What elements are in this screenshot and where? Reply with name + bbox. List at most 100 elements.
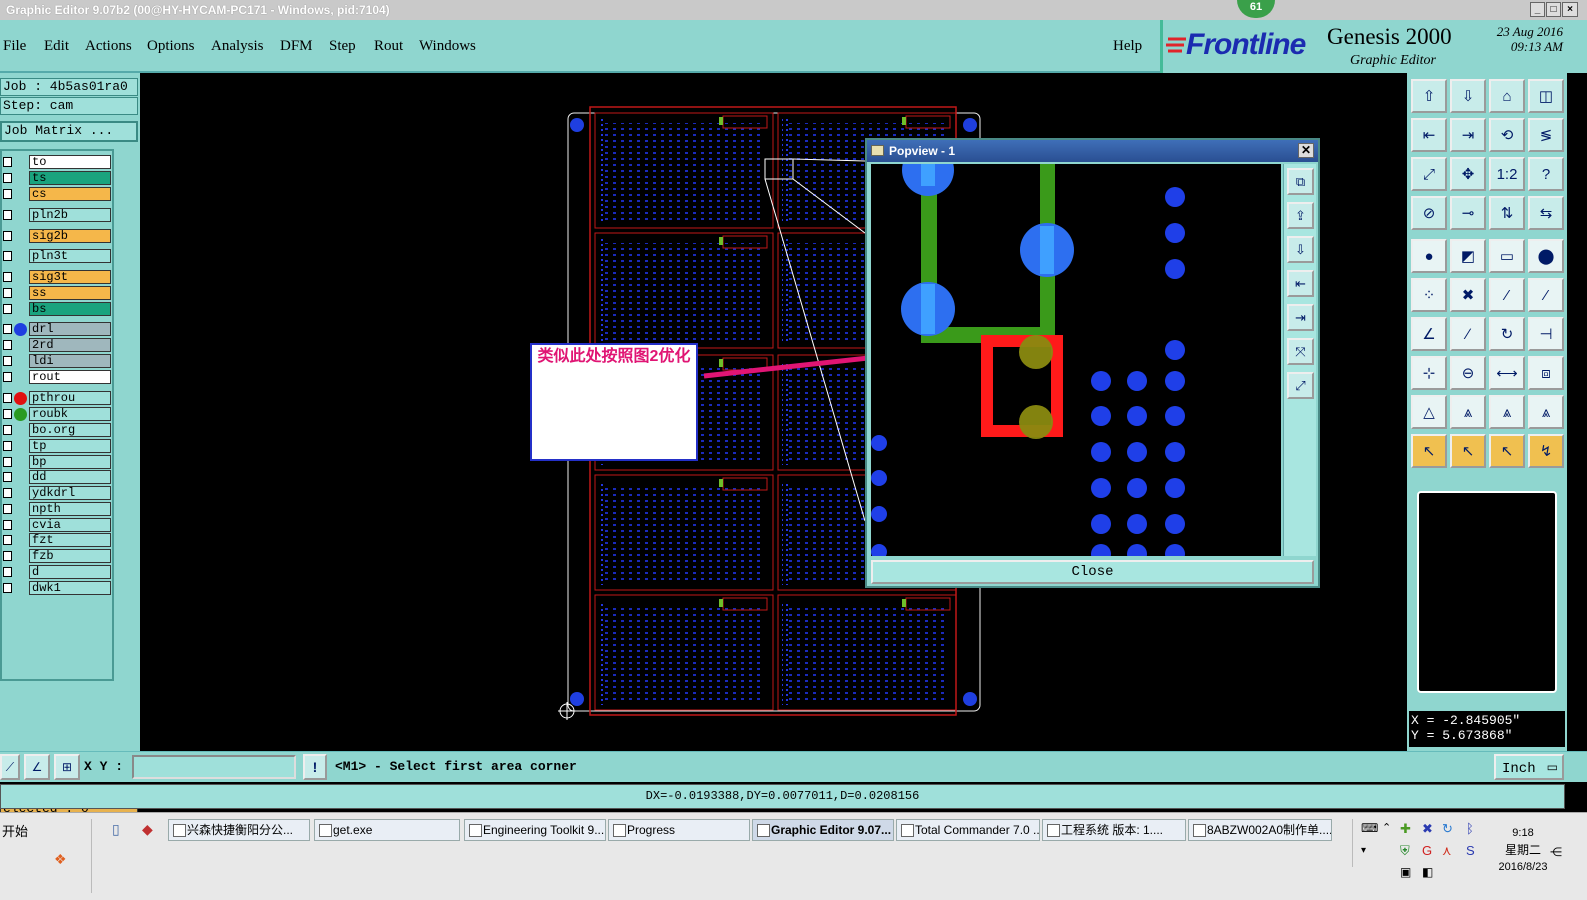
angle-icon[interactable]: ∠ (1411, 317, 1447, 351)
select-net-icon[interactable]: ⩓ (1489, 395, 1525, 429)
layer-row-fzt[interactable]: fzt (2, 533, 114, 547)
layer-row-cvia[interactable]: cvia (2, 518, 114, 532)
tray-app-icon[interactable]: ⋏ (1442, 843, 1452, 859)
triangle-icon[interactable]: △ (1411, 395, 1447, 429)
task-item-active[interactable]: Graphic Editor 9.07... (752, 819, 894, 841)
layer-name[interactable]: 2rd (29, 338, 111, 352)
popview-tool-icon[interactable]: ⇪ (1287, 202, 1314, 229)
layer-checkbox[interactable] (3, 210, 12, 220)
menu-options[interactable]: Options (147, 38, 195, 55)
layer-checkbox[interactable] (3, 189, 12, 199)
layer-row-fzb[interactable]: fzb (2, 549, 114, 563)
layer-row-roubk[interactable]: roubk (2, 407, 114, 421)
node-icon[interactable]: ⊹ (1411, 356, 1447, 390)
layer-checkbox[interactable] (3, 425, 12, 435)
layer-name[interactable]: bp (29, 455, 111, 469)
pointer-icon[interactable]: ↖ (1411, 434, 1447, 468)
select-pointer-icon[interactable]: ↖ (1450, 434, 1486, 468)
layer-checkbox[interactable] (3, 567, 12, 577)
select-icon[interactable]: ⩓ (1450, 395, 1486, 429)
layer-row-pthrou[interactable]: pthrou (2, 391, 114, 405)
menu-windows[interactable]: Windows (419, 38, 476, 55)
layer-name[interactable]: roubk (29, 407, 111, 421)
layer-name[interactable]: rout (29, 370, 111, 384)
popview-tool-icon[interactable]: ⇩ (1287, 236, 1314, 263)
layer-row-ldi[interactable]: ldi (2, 354, 114, 368)
pad-add-icon[interactable]: ● (1411, 239, 1447, 273)
scale-icon[interactable]: 1:2 (1489, 157, 1525, 191)
layer-name[interactable]: npth (29, 502, 111, 516)
layer-row-drl[interactable]: drl (2, 322, 114, 336)
text-icon[interactable]: ⊣ (1528, 317, 1564, 351)
layer-row-ts[interactable]: ts (2, 171, 114, 185)
measure-icon[interactable]: ⟷ (1489, 356, 1525, 390)
overview-window[interactable] (1417, 491, 1557, 693)
tray-volume-icon[interactable]: ◧ (1422, 865, 1433, 879)
tray-g-icon[interactable]: G (1422, 843, 1432, 858)
units-selector[interactable]: Inch ▭ (1494, 754, 1564, 780)
layer-name[interactable]: dwk1 (29, 581, 111, 595)
zoom-in-icon[interactable]: ⇧ (1411, 79, 1447, 113)
menu-rout[interactable]: Rout (374, 38, 403, 55)
layer-name[interactable]: bo.org (29, 423, 111, 437)
task-item[interactable]: 8ABZW002A0制作单.... (1188, 819, 1332, 841)
home-view-icon[interactable]: ⌂ (1489, 79, 1525, 113)
layer-row-bs[interactable]: bs (2, 302, 114, 316)
layer-name[interactable]: bs (29, 302, 111, 316)
tray-bluetooth-icon[interactable]: ᛒ (1466, 821, 1474, 836)
layer-name[interactable]: sig2b (29, 229, 111, 243)
tray-tool-icon[interactable]: ✖ (1422, 821, 1433, 837)
layer-row-pln3t[interactable]: pln3t (2, 249, 114, 263)
pan-left-icon[interactable]: ⇤ (1411, 118, 1447, 152)
popview-tool-icon[interactable]: ⤧ (1287, 338, 1314, 365)
layer-name[interactable]: fzt (29, 533, 111, 547)
layer-checkbox[interactable] (3, 472, 12, 482)
layer-up-icon[interactable]: ⇅ (1489, 196, 1525, 230)
layer-name[interactable]: d (29, 565, 111, 579)
popview-close-x-button[interactable]: ✕ (1298, 143, 1314, 158)
minimize-button[interactable]: _ (1530, 2, 1545, 17)
layer-name[interactable]: pln3t (29, 249, 111, 263)
maximize-button[interactable]: □ (1546, 2, 1561, 17)
feature-icon[interactable]: ⬤ (1528, 239, 1564, 273)
popview-tool-icon[interactable]: ⇥ (1287, 304, 1314, 331)
layer-checkbox[interactable] (3, 251, 12, 261)
layer-row-npth[interactable]: npth (2, 502, 114, 516)
layer-name[interactable]: ts (29, 171, 111, 185)
zoom-fit-icon[interactable]: ⤢ (1411, 157, 1447, 191)
layer-name[interactable]: sig3t (29, 270, 111, 284)
layer-checkbox[interactable] (3, 393, 12, 403)
job-matrix-button[interactable]: Job Matrix ... (0, 121, 138, 142)
tray-extra-icon[interactable]: ⋲ (1550, 845, 1562, 859)
layer-row-sig3t[interactable]: sig3t (2, 270, 114, 284)
layer-checkbox[interactable] (3, 535, 12, 545)
task-item[interactable]: get.exe (314, 819, 460, 841)
minus-icon[interactable]: ⊖ (1450, 356, 1486, 390)
task-item[interactable]: 工程系统 版本: 1.... (1042, 819, 1186, 841)
select-all-icon[interactable]: ⩓ (1528, 395, 1564, 429)
popview-close-button[interactable]: Close (871, 560, 1314, 584)
layer-name[interactable]: drl (29, 322, 111, 336)
layer-checkbox[interactable] (3, 272, 12, 282)
layer-name[interactable]: ss (29, 286, 111, 300)
show-desktop-icon[interactable]: ▯ (112, 821, 120, 838)
task-item[interactable]: Total Commander 7.0 ... (896, 819, 1040, 841)
layer-checkbox[interactable] (3, 457, 12, 467)
task-item[interactable]: 兴森快捷衡阳分公... (168, 819, 310, 841)
delete-icon[interactable]: ✖ (1450, 278, 1486, 312)
pan-right-icon[interactable]: ⇥ (1450, 118, 1486, 152)
layer-checkbox[interactable] (3, 520, 12, 530)
layer-row-ydkdrl[interactable]: ydkdrl (2, 486, 114, 500)
help-icon[interactable]: ? (1528, 157, 1564, 191)
tray-network-icon[interactable]: ✚ (1400, 821, 1411, 837)
layer-name[interactable]: tp (29, 439, 111, 453)
windows-logo-icon[interactable]: ❖ (54, 851, 67, 868)
line-icon[interactable]: ∕ (1450, 317, 1486, 351)
layer-row-rout[interactable]: rout (2, 370, 114, 384)
layer-row-dd[interactable]: dd (2, 470, 114, 484)
layer-row-dwk1[interactable]: dwk1 (2, 581, 114, 595)
layer-checkbox[interactable] (3, 340, 12, 350)
layer-checkbox[interactable] (3, 488, 12, 498)
xy-input[interactable] (132, 755, 296, 779)
move-icon[interactable]: ⁄ (1489, 278, 1525, 312)
